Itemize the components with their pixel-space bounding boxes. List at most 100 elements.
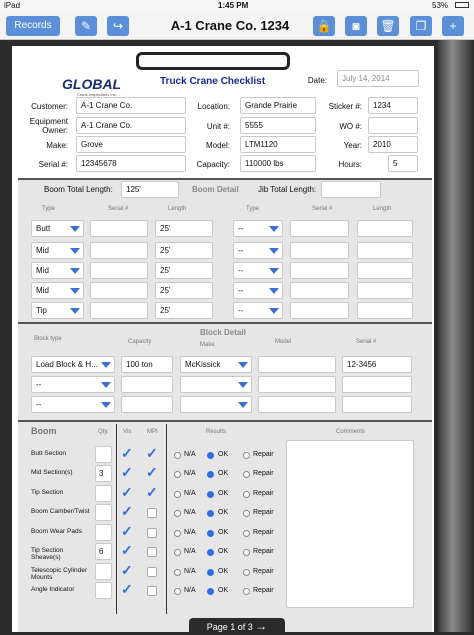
checkmark-icon[interactable]: ✓ (121, 446, 133, 460)
qty-field[interactable]: 3 (95, 465, 112, 482)
radio-repair[interactable] (243, 452, 250, 459)
wo-field[interactable] (368, 117, 418, 134)
block-make-select[interactable] (180, 396, 252, 413)
block-capacity-field[interactable] (121, 376, 173, 393)
block-model-field[interactable] (258, 396, 336, 413)
jib-type-select[interactable]: -- (233, 220, 283, 237)
radio-ok[interactable] (207, 452, 214, 459)
boom-serial-field[interactable] (90, 302, 148, 319)
block-type-select[interactable]: -- (31, 396, 115, 413)
add-icon[interactable]: + (442, 16, 464, 36)
unit-field[interactable]: 5555 (240, 117, 316, 134)
trash-icon[interactable]: 🗑 (377, 16, 399, 36)
block-model-field[interactable] (258, 356, 336, 373)
jib-type-select[interactable]: -- (233, 242, 283, 259)
radio-ok[interactable] (207, 510, 214, 517)
jib-type-select[interactable]: -- (233, 262, 283, 279)
boom-type-select[interactable]: Mid (31, 262, 84, 279)
mpi-checkbox[interactable] (147, 547, 157, 557)
mpi-checkbox[interactable] (147, 508, 157, 518)
customer-field[interactable]: A-1 Crane Co. (76, 97, 186, 114)
checkmark-icon[interactable]: ✓ (121, 543, 133, 557)
jib-type-select[interactable]: -- (233, 302, 283, 319)
radio-na[interactable] (174, 549, 181, 556)
qty-field[interactable] (95, 563, 112, 580)
boom-serial-field[interactable] (90, 262, 148, 279)
jib-total-length-field[interactable] (321, 181, 381, 198)
block-make-select[interactable]: McKissick (180, 356, 252, 373)
radio-repair[interactable] (243, 569, 250, 576)
boom-length-field[interactable]: 25' (155, 262, 213, 279)
hours-field[interactable]: 5 (388, 155, 418, 172)
radio-na[interactable] (174, 588, 181, 595)
radio-repair[interactable] (243, 530, 250, 537)
jib-length-field[interactable] (357, 220, 413, 237)
make-field[interactable]: Grove (76, 136, 186, 153)
capacity-field[interactable]: 110000 lbs (240, 155, 316, 172)
checkmark-icon[interactable]: ✓ (146, 465, 158, 479)
mpi-checkbox[interactable] (147, 567, 157, 577)
checkmark-icon[interactable]: ✓ (121, 485, 133, 499)
comments-field[interactable] (286, 440, 414, 608)
radio-na[interactable] (174, 452, 181, 459)
jib-length-field[interactable] (357, 262, 413, 279)
checkmark-icon[interactable]: ✓ (121, 524, 133, 538)
radio-na[interactable] (174, 510, 181, 517)
boom-length-field[interactable]: 25' (155, 242, 213, 259)
boom-length-field[interactable]: 25' (155, 282, 213, 299)
jib-serial-field[interactable] (290, 282, 349, 299)
radio-repair[interactable] (243, 588, 250, 595)
next-page-arrow[interactable]: → (255, 619, 267, 633)
jib-type-select[interactable]: -- (233, 282, 283, 299)
year-field[interactable]: 2010 (368, 136, 418, 153)
block-type-select[interactable]: -- (31, 376, 115, 393)
date-field[interactable]: July 14, 2014 (337, 70, 419, 87)
jib-length-field[interactable] (357, 282, 413, 299)
block-type-select[interactable]: Load Block & H... (31, 356, 115, 373)
checkmark-icon[interactable]: ✓ (146, 446, 158, 460)
radio-na[interactable] (174, 569, 181, 576)
camera-icon[interactable]: ◙ (345, 16, 367, 36)
block-serial-field[interactable]: 12-3456 (342, 356, 412, 373)
lock-icon[interactable]: 🔒 (313, 16, 335, 36)
records-button[interactable]: Records (6, 16, 60, 36)
share-icon[interactable]: ↪ (107, 16, 129, 36)
block-capacity-field[interactable]: 100 ton (121, 356, 173, 373)
block-capacity-field[interactable] (121, 396, 173, 413)
checkmark-icon[interactable]: ✓ (121, 465, 133, 479)
jib-serial-field[interactable] (290, 262, 349, 279)
block-model-field[interactable] (258, 376, 336, 393)
radio-ok[interactable] (207, 569, 214, 576)
boom-length-field[interactable]: 25' (155, 220, 213, 237)
boom-total-length-field[interactable]: 125' (121, 181, 179, 198)
qty-field[interactable] (95, 485, 112, 502)
qty-field[interactable]: 6 (95, 543, 112, 560)
radio-repair[interactable] (243, 510, 250, 517)
qty-field[interactable] (95, 582, 112, 599)
boom-length-field[interactable]: 25' (155, 302, 213, 319)
owner-field[interactable]: A-1 Crane Co. (76, 117, 186, 134)
serial-field[interactable]: 12345678 (76, 155, 186, 172)
radio-na[interactable] (174, 471, 181, 478)
sticker-field[interactable]: 1234 (368, 97, 418, 114)
block-serial-field[interactable] (342, 396, 412, 413)
radio-ok[interactable] (207, 549, 214, 556)
radio-na[interactable] (174, 491, 181, 498)
checkmark-icon[interactable]: ✓ (121, 582, 133, 596)
boom-serial-field[interactable] (90, 282, 148, 299)
jib-length-field[interactable] (357, 242, 413, 259)
boom-type-select[interactable]: Mid (31, 282, 84, 299)
boom-type-select[interactable]: Mid (31, 242, 84, 259)
jib-serial-field[interactable] (290, 302, 349, 319)
mpi-checkbox[interactable] (147, 586, 157, 596)
radio-ok[interactable] (207, 471, 214, 478)
jib-serial-field[interactable] (290, 220, 349, 237)
boom-type-select[interactable]: Butt (31, 220, 84, 237)
radio-ok[interactable] (207, 588, 214, 595)
block-make-select[interactable] (180, 376, 252, 393)
brush-icon[interactable]: ✎ (75, 16, 97, 36)
location-field[interactable]: Grande Prairie (240, 97, 316, 114)
radio-ok[interactable] (207, 491, 214, 498)
radio-repair[interactable] (243, 491, 250, 498)
mpi-checkbox[interactable] (147, 528, 157, 538)
